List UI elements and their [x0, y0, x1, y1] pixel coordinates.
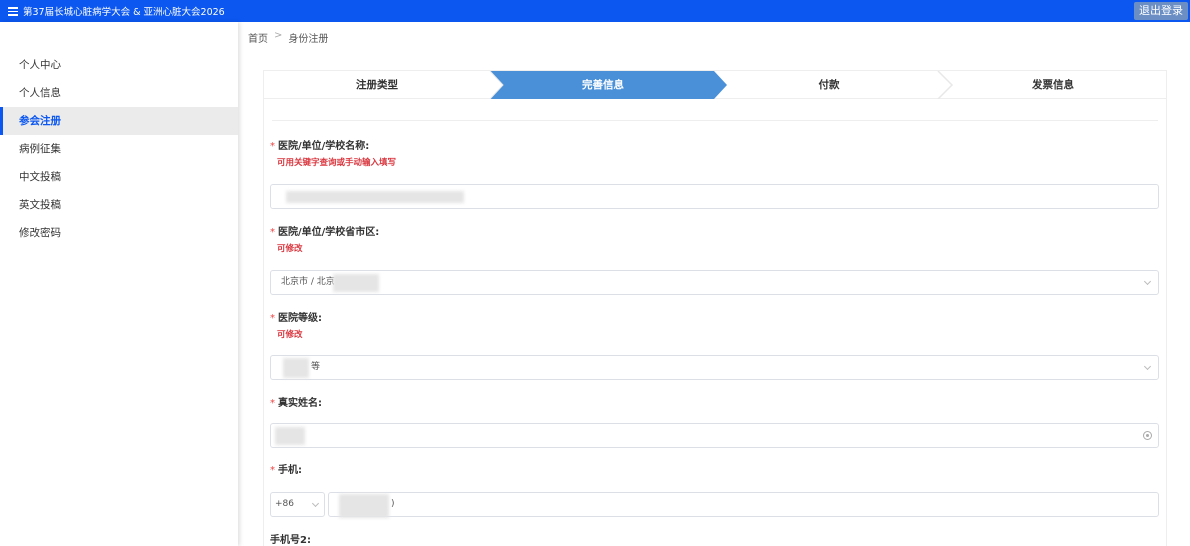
sidebar-item-english-submission[interactable]: 英文投稿: [0, 191, 238, 219]
redacted-blur: [339, 494, 389, 518]
institution-hint: 可用关键字查询或手动输入填写: [277, 158, 397, 168]
real-name-label: * 真实姓名:: [270, 394, 322, 409]
region-select[interactable]: 北京市 / 北京: [270, 270, 1159, 295]
real-name-input[interactable]: [270, 423, 1159, 448]
grade-value: 等: [311, 362, 321, 372]
app-title: 第37届长城心脏病学大会 & 亚洲心脏大会2026: [23, 7, 225, 18]
sidebar-item-chinese-submission[interactable]: 中文投稿: [0, 163, 238, 191]
step-bar: 注册类型 完善信息 付款 发票信息: [264, 71, 1166, 99]
required-mark: *: [270, 141, 275, 152]
region-hint: 可修改: [277, 244, 303, 254]
chevron-down-icon: [1143, 362, 1152, 371]
grade-label: * 医院等级:: [270, 309, 322, 324]
step-payment[interactable]: 付款: [716, 71, 942, 99]
region-label-text: 医院/单位/学校省市区:: [278, 227, 380, 238]
grade-label-text: 医院等级:: [278, 313, 322, 324]
chevron-down-icon: [311, 499, 320, 508]
phone-input[interactable]: ): [328, 492, 1159, 518]
institution-input[interactable]: [270, 184, 1159, 209]
menu-icon[interactable]: [8, 7, 18, 16]
breadcrumb-home[interactable]: 首页: [248, 30, 268, 45]
institution-label-text: 医院/单位/学校名称:: [278, 141, 370, 152]
form-divider: [272, 120, 1158, 121]
country-code-select[interactable]: +86: [270, 492, 325, 517]
redacted-blur: [286, 191, 464, 203]
step-complete-info[interactable]: 完善信息: [490, 71, 716, 99]
step-registration-type[interactable]: 注册类型: [264, 71, 490, 99]
sidebar-item-change-password[interactable]: 修改密码: [0, 219, 238, 247]
chevron-down-icon: [1143, 277, 1152, 286]
step-invoice-info[interactable]: 发票信息: [940, 71, 1166, 99]
logout-button[interactable]: 退出登录: [1134, 2, 1188, 20]
required-mark: *: [270, 313, 275, 324]
sidebar-item-case-collection[interactable]: 病例征集: [0, 135, 238, 163]
institution-label: * 医院/单位/学校名称:: [270, 137, 369, 152]
sidebar-item-registration[interactable]: 参会注册: [0, 107, 238, 135]
breadcrumb-separator: >: [274, 30, 283, 41]
required-mark: *: [270, 398, 275, 409]
sidebar-menu: 个人中心 个人信息 参会注册 病例征集 中文投稿 英文投稿 修改密码: [0, 51, 238, 247]
grade-hint: 可修改: [277, 330, 303, 340]
breadcrumb-current: 身份注册: [288, 34, 329, 45]
top-bar: 第37届长城心脏病学大会 & 亚洲心脏大会2026 退出登录: [0, 0, 1190, 22]
redacted-blur: [333, 274, 379, 292]
required-mark: *: [270, 465, 275, 476]
phone-label: * 手机:: [270, 461, 302, 476]
sidebar-item-personal-center[interactable]: 个人中心: [0, 51, 238, 79]
phone-value: ): [391, 499, 395, 509]
grade-select[interactable]: 等: [270, 355, 1159, 380]
region-label: * 医院/单位/学校省市区:: [270, 223, 379, 238]
redacted-blur: [283, 358, 309, 378]
real-name-label-text: 真实姓名:: [278, 398, 322, 409]
breadcrumb: 首页 > 身份注册: [248, 30, 328, 45]
phone-label-text: 手机:: [278, 465, 302, 476]
registration-card: 注册类型 完善信息 付款 发票信息 * 医院/单位/学校名称: 可用关键字查询或手…: [263, 70, 1167, 546]
redacted-blur: [275, 427, 305, 445]
sidebar: 个人中心 个人信息 参会注册 病例征集 中文投稿 英文投稿 修改密码: [0, 22, 238, 546]
region-value: 北京市 / 北京: [281, 277, 335, 287]
clear-icon[interactable]: [1143, 431, 1152, 440]
required-mark: *: [270, 227, 275, 238]
phone2-label: 手机号2:: [270, 535, 311, 546]
sidebar-item-personal-info[interactable]: 个人信息: [0, 79, 238, 107]
country-code-value: +86: [275, 499, 294, 509]
